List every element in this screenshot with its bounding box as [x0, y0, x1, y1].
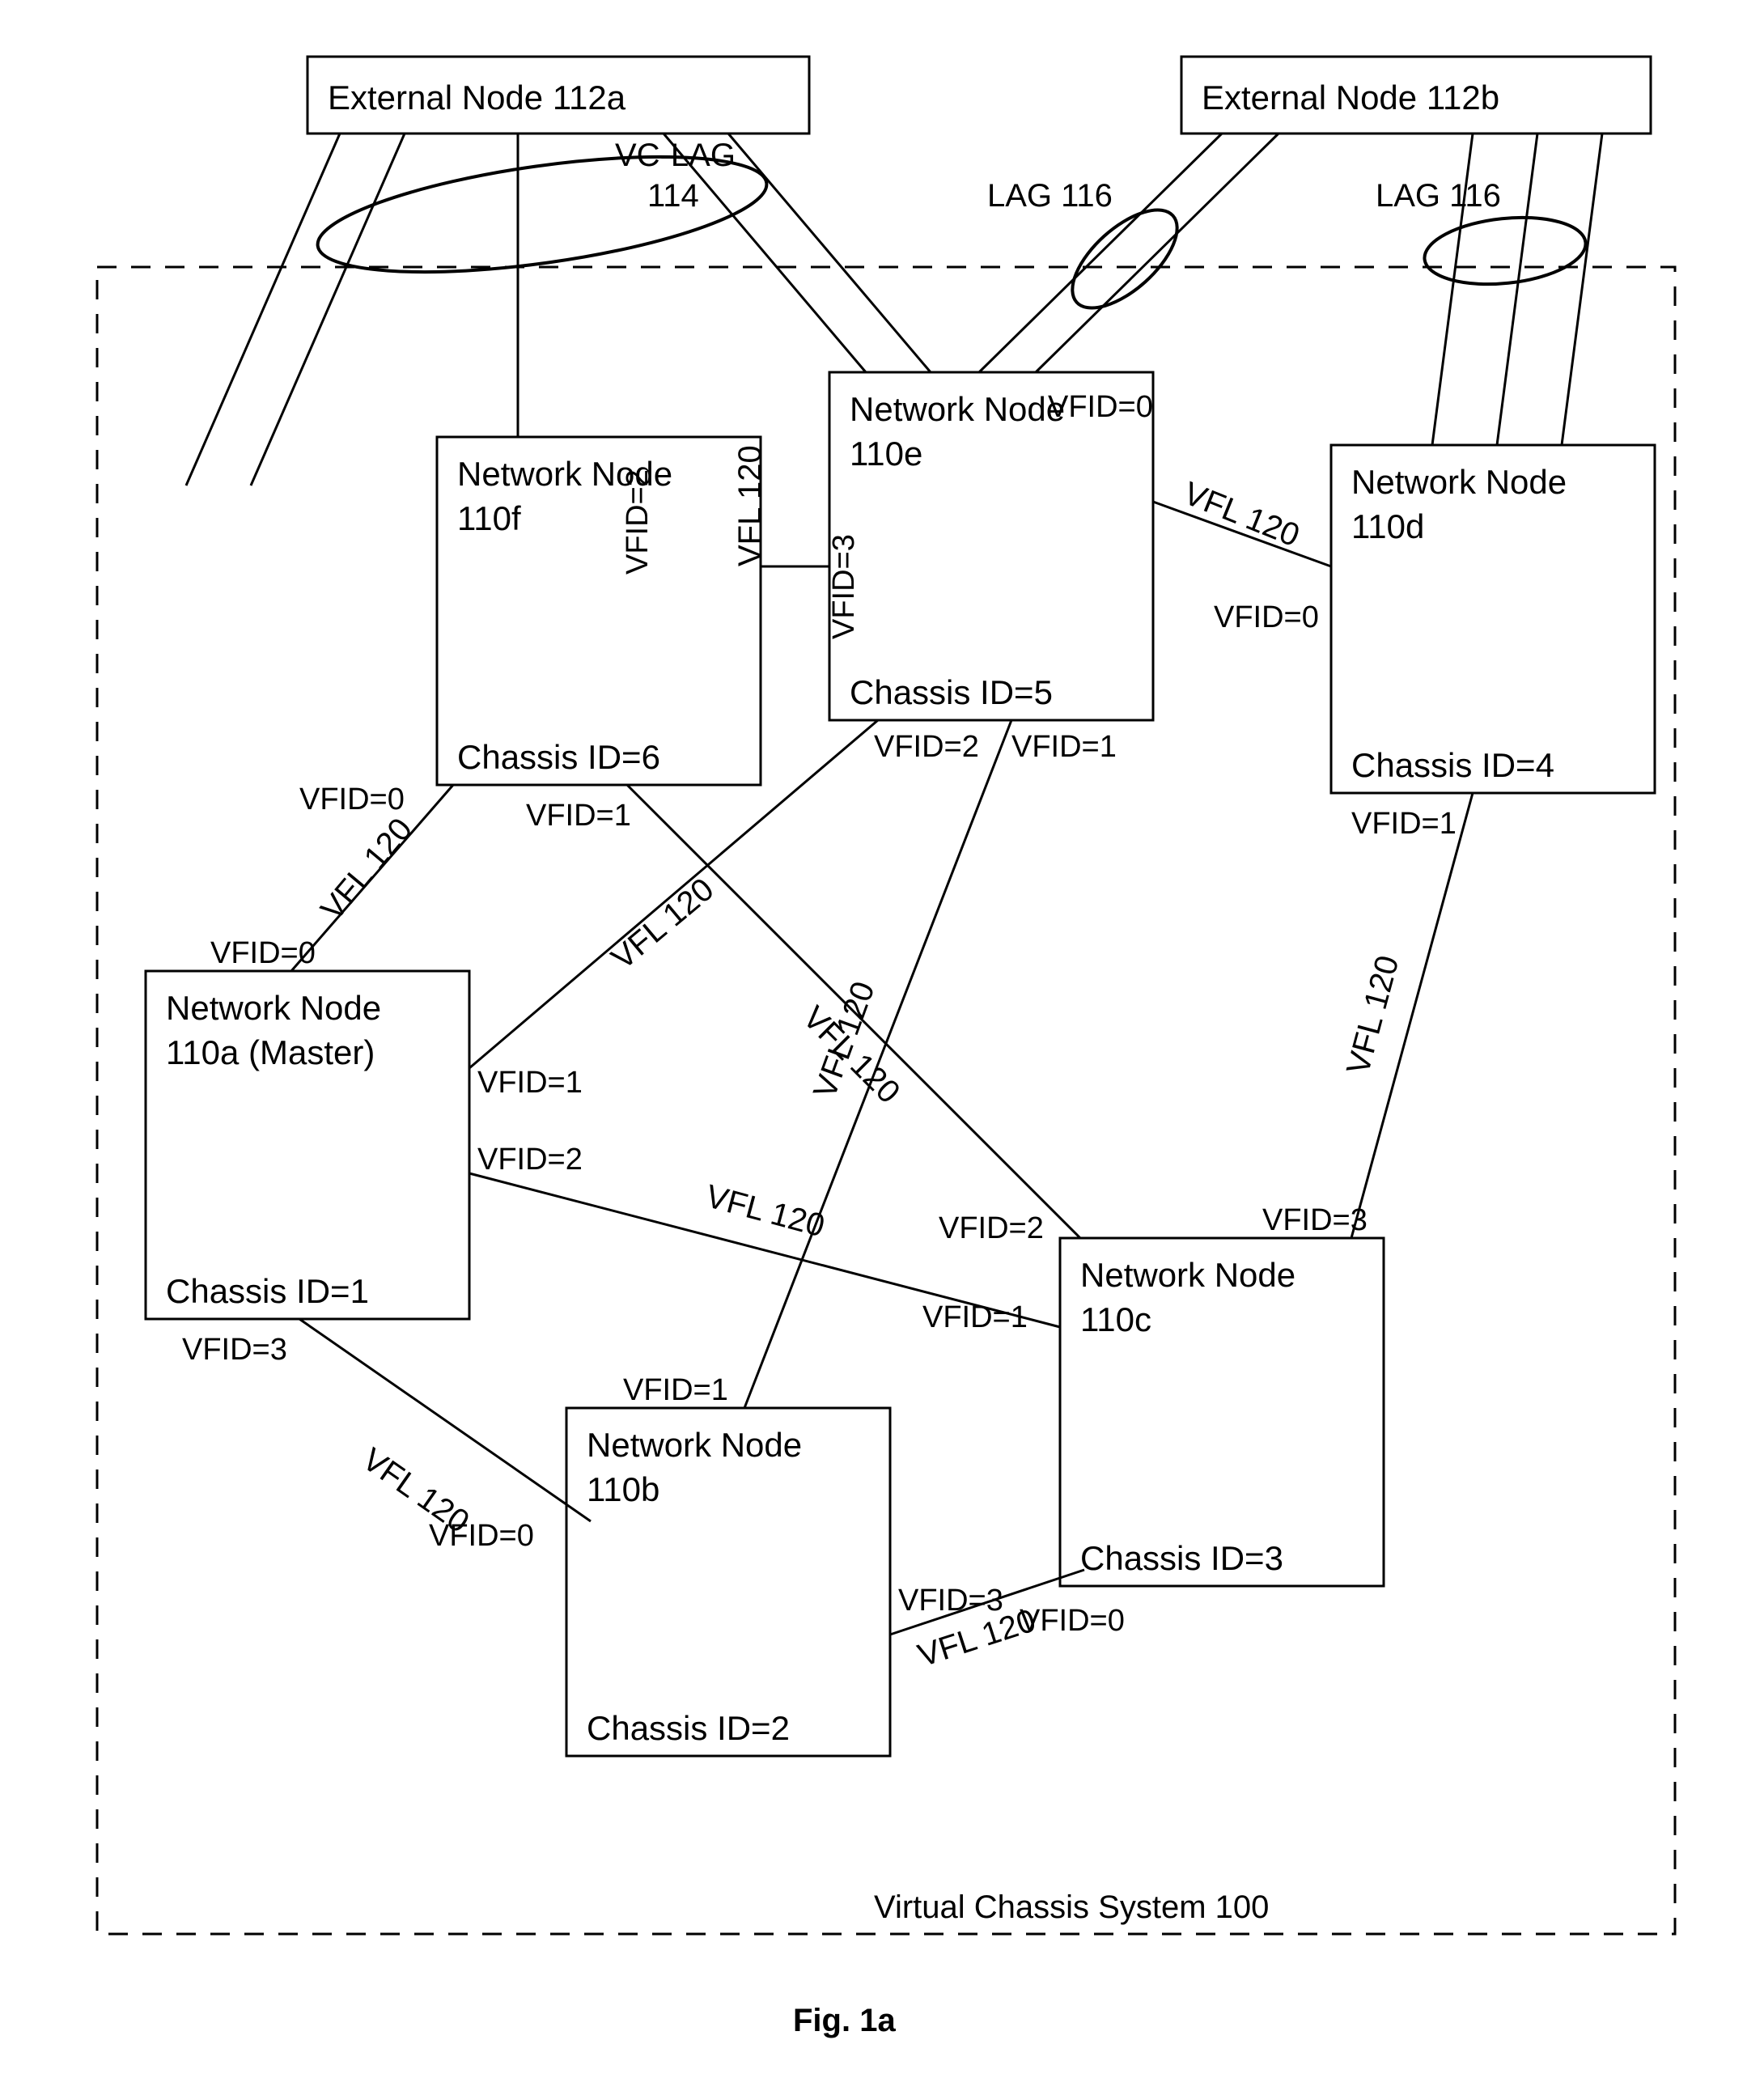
port-e-b: VFID=2	[874, 730, 979, 764]
port-a-r1: VFID=1	[477, 1066, 583, 1100]
port-d-bl: VFID=1	[1351, 807, 1457, 841]
external-a-label: External Node 112a	[328, 78, 626, 117]
port-c-l2: VFID=2	[939, 1211, 1044, 1245]
port-a-r2: VFID=2	[477, 1143, 583, 1177]
external-b-label: External Node 112b	[1202, 78, 1499, 117]
port-f-r: VFID=2	[621, 469, 655, 575]
vc-lag-links	[186, 134, 931, 486]
network-node-c: Network Node 110c Chassis ID=3	[1060, 1238, 1384, 1586]
vfl-label-fe: VFL 120	[732, 445, 768, 566]
vfl-label-ae: VFL 120	[605, 872, 721, 977]
port-a-top: VFID=0	[210, 936, 316, 970]
node-b-title: Network Node	[587, 1426, 802, 1464]
vfl-label-dc: VFL 120	[1340, 952, 1406, 1078]
node-c-sub: 110c	[1080, 1300, 1151, 1338]
vfl-label-ac: VFL 120	[702, 1178, 829, 1244]
node-c-title: Network Node	[1080, 1256, 1295, 1294]
external-node-b: External Node 112b	[1181, 57, 1651, 134]
network-node-a: Network Node 110a (Master) Chassis ID=1	[146, 971, 469, 1319]
node-a-title: Network Node	[166, 989, 381, 1027]
port-b-tr: VFID=1	[623, 1373, 728, 1407]
port-f-l: VFID=0	[299, 782, 405, 816]
vfl-label-ab: VFL 120	[356, 1441, 476, 1540]
port-e-l: VFID=3	[827, 534, 861, 639]
lag1-links	[979, 134, 1278, 372]
lag1-label: LAG 116	[987, 178, 1113, 214]
port-e-tr: VFID=0	[1048, 390, 1153, 424]
lag2-label: LAG 116	[1376, 178, 1501, 214]
virtual-chassis-system-label: Virtual Chassis System 100	[874, 1889, 1269, 1925]
vfl-label-ed: VFL 120	[1179, 476, 1304, 554]
node-e-chassis: Chassis ID=5	[850, 673, 1053, 711]
vfl-label-af: VFL 120	[314, 812, 419, 927]
node-d-title: Network Node	[1351, 463, 1567, 501]
network-node-b: Network Node 110b Chassis ID=2	[566, 1408, 890, 1756]
port-a-bot: VFID=3	[182, 1333, 287, 1367]
node-e-title: Network Node	[850, 390, 1065, 428]
network-node-e: Network Node 110e Chassis ID=5	[829, 372, 1153, 720]
node-a-sub: 110a (Master)	[166, 1033, 375, 1071]
port-e-r: VFID=1	[1011, 730, 1117, 764]
node-c-chassis: Chassis ID=3	[1080, 1539, 1283, 1577]
node-f-chassis: Chassis ID=6	[457, 738, 660, 776]
network-node-d: Network Node 110d Chassis ID=4	[1331, 445, 1655, 793]
node-b-sub: 110b	[587, 1470, 659, 1508]
port-d-tl: VFID=0	[1214, 600, 1319, 634]
node-d-chassis: Chassis ID=4	[1351, 746, 1554, 784]
node-a-chassis: Chassis ID=1	[166, 1272, 369, 1310]
node-b-chassis: Chassis ID=2	[587, 1709, 790, 1747]
port-c-l1: VFID=1	[922, 1300, 1028, 1334]
port-f-b: VFID=1	[526, 799, 631, 833]
lag2-icon	[1421, 210, 1588, 291]
port-c-t: VFID=3	[1262, 1203, 1368, 1237]
figure-label: Fig. 1a	[793, 2003, 896, 2038]
network-node-f: Network Node 110f Chassis ID=6	[437, 437, 761, 785]
vc-lag-name: VC-LAG	[615, 138, 736, 173]
node-d-sub: 110d	[1351, 507, 1424, 545]
vc-lag-num: 114	[647, 178, 699, 214]
node-f-sub: 110f	[457, 499, 521, 537]
port-b-r: VFID=3	[898, 1584, 1003, 1618]
external-node-a: External Node 112a	[307, 57, 809, 134]
node-e-sub: 110e	[850, 435, 922, 473]
